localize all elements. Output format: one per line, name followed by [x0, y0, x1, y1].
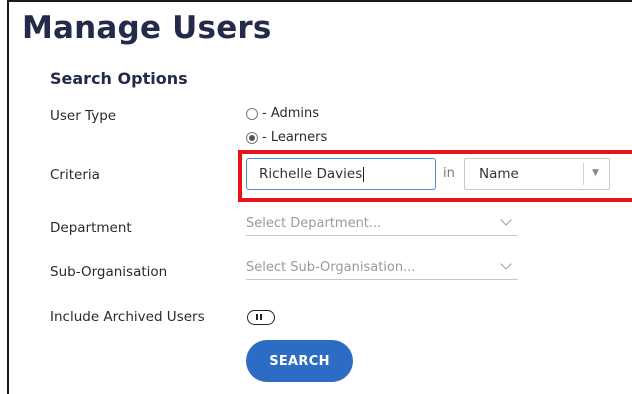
in-label: in [443, 166, 455, 181]
chevron-down-icon [500, 258, 512, 270]
search-button[interactable]: SEARCH [246, 340, 353, 382]
toggle-knob-icon [256, 314, 258, 320]
select-divider [583, 163, 584, 185]
criteria-field-select[interactable]: Name ▼ [464, 158, 610, 190]
frame-border-left [7, 0, 9, 394]
department-select[interactable]: Select Department... [246, 212, 518, 236]
department-placeholder: Select Department... [246, 216, 382, 231]
radio-circle-checked-icon[interactable] [246, 131, 258, 144]
radio-admins-label: - Admins [262, 106, 320, 121]
toggle-knob-icon [260, 314, 262, 320]
department-label: Department [50, 220, 132, 236]
radio-learners-label: - Learners [262, 130, 328, 145]
page-title: Manage Users [22, 10, 272, 46]
dropdown-arrow-icon[interactable]: ▼ [592, 168, 599, 178]
criteria-field-selected: Name [479, 166, 519, 182]
criteria-input-value: Richelle Davies [259, 166, 363, 182]
radio-circle-icon[interactable] [246, 107, 258, 120]
sub-organisation-select[interactable]: Select Sub-Organisation... [246, 256, 518, 280]
sub-organisation-placeholder: Select Sub-Organisation... [246, 260, 416, 275]
include-archived-toggle[interactable] [247, 310, 275, 325]
criteria-search-input[interactable]: Richelle Davies [246, 158, 436, 190]
sub-organisation-label: Sub-Organisation [50, 264, 168, 280]
radio-learners[interactable]: - Learners [246, 130, 327, 145]
user-type-label: User Type [50, 108, 117, 124]
frame-border-top [7, 0, 632, 2]
criteria-label: Criteria [50, 167, 100, 183]
section-title: Search Options [50, 69, 188, 88]
chevron-down-icon [500, 214, 512, 226]
text-caret [363, 166, 365, 182]
radio-admins[interactable]: - Admins [246, 106, 319, 121]
include-archived-label: Include Archived Users [50, 309, 205, 325]
